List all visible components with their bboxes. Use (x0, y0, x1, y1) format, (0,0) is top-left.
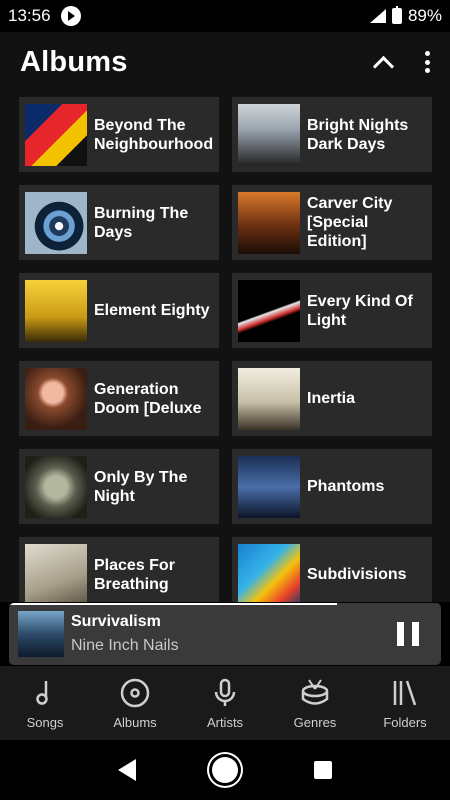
album-cover (25, 279, 87, 342)
album-disc-icon (120, 678, 150, 707)
album-title: Burning The Days (94, 204, 189, 241)
media-playing-icon (60, 6, 81, 26)
now-playing-title: Survivalism (71, 613, 161, 630)
album-card[interactable]: Only By The Night (19, 449, 219, 524)
chevron-up-icon[interactable] (372, 51, 394, 73)
album-card[interactable]: Bright Nights Dark Days (232, 97, 432, 172)
album-cover (25, 367, 87, 430)
status-right: 89% (369, 6, 442, 26)
album-title: Places For Breathing (94, 556, 175, 593)
now-playing-artist: Nine Inch Nails (71, 637, 179, 654)
playback-progress-fill (9, 603, 338, 605)
album-title: Every Kind Of Light (307, 292, 413, 329)
album-cover (238, 103, 300, 166)
album-title: Inertia (307, 390, 356, 407)
microphone-icon (214, 678, 236, 706)
app-bar-actions (372, 51, 430, 73)
album-cover (238, 191, 300, 254)
album-card[interactable]: Carver City [Special Edition] (232, 185, 432, 260)
nav-albums[interactable]: Albums (90, 666, 180, 740)
album-card[interactable]: Element Eighty (19, 273, 219, 348)
nav-folders-label: Folders (383, 714, 427, 730)
album-cover (25, 455, 87, 518)
album-card[interactable]: Places For Breathing (19, 537, 219, 602)
signal-icon (369, 9, 386, 23)
album-cover (238, 279, 300, 342)
home-icon[interactable] (212, 757, 238, 783)
app-bar: Albums (0, 32, 450, 92)
library-folders-icon (393, 680, 417, 705)
recent-apps-icon[interactable] (314, 761, 332, 779)
album-card[interactable]: Generation Doom [Deluxe (19, 361, 219, 436)
drum-icon (301, 678, 329, 705)
album-card[interactable]: Phantoms (232, 449, 432, 524)
pause-icon[interactable] (397, 622, 419, 646)
album-title: Bright Nights Dark Days (307, 116, 409, 153)
album-cover (238, 543, 300, 602)
back-icon[interactable] (118, 759, 136, 781)
album-cover (25, 103, 87, 166)
album-title: Beyond The Neighbourhood (94, 116, 214, 153)
nav-genres-label: Genres (293, 714, 337, 730)
page-title: Albums (20, 45, 128, 78)
now-playing-cover (18, 611, 64, 657)
album-cover (25, 191, 87, 254)
more-options-icon[interactable] (424, 51, 430, 73)
album-card[interactable]: Inertia (232, 361, 432, 436)
albums-grid[interactable]: Beyond The Neighbourhood Bright Nights D… (0, 92, 450, 602)
album-card[interactable]: Every Kind Of Light (232, 273, 432, 348)
status-time: 13:56 (8, 6, 51, 25)
nav-artists[interactable]: Artists (180, 666, 270, 740)
battery-icon (391, 6, 402, 24)
album-card[interactable]: Burning The Days (19, 185, 219, 260)
album-title: Element Eighty (94, 302, 210, 319)
nav-albums-label: Albums (113, 714, 157, 730)
album-cover (238, 455, 300, 518)
system-navigation (0, 740, 450, 800)
nav-folders[interactable]: Folders (360, 666, 450, 740)
album-title: Subdivisions (307, 566, 407, 583)
album-cover (25, 543, 87, 602)
album-title: Generation Doom [Deluxe (94, 380, 202, 417)
nav-artists-label: Artists (206, 714, 244, 730)
album-card[interactable]: Beyond The Neighbourhood (19, 97, 219, 172)
album-card[interactable]: Subdivisions (232, 537, 432, 602)
now-playing-bar[interactable]: Survivalism Nine Inch Nails (9, 603, 441, 665)
nav-genres[interactable]: Genres (270, 666, 360, 740)
nav-songs-label: Songs (26, 714, 64, 730)
playback-progress (9, 603, 441, 605)
status-bar: 13:56 89% (0, 0, 450, 32)
album-title: Phantoms (307, 478, 385, 495)
album-title: Only By The Night (94, 468, 188, 505)
battery-percent: 89% (407, 6, 442, 25)
nav-songs[interactable]: Songs (0, 666, 90, 740)
album-title: Carver City [Special Edition] (307, 195, 393, 250)
bottom-navigation: Songs Albums Artists Genres Folders (0, 666, 450, 740)
music-note-icon (36, 680, 48, 705)
album-cover (238, 367, 300, 430)
